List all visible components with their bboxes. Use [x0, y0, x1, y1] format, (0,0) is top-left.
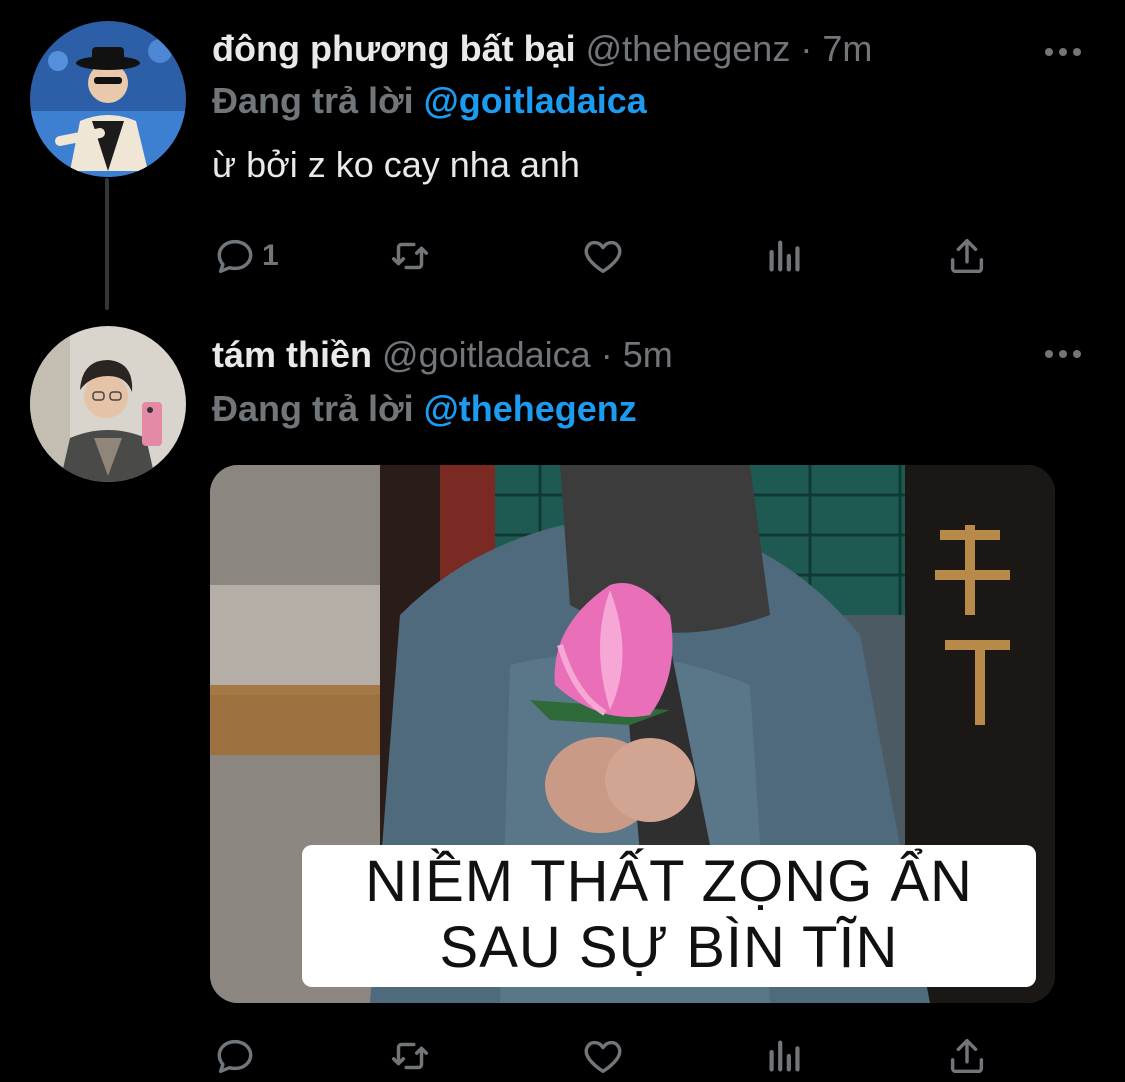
share-icon — [950, 1038, 984, 1074]
replying-to: Đang trả lời @thehegenz — [212, 386, 637, 432]
separator-dot: · — [600, 334, 613, 375]
share-button[interactable] — [944, 1030, 990, 1082]
retweet-button[interactable] — [387, 230, 433, 282]
reply-count: 1 — [262, 239, 279, 272]
reply-icon — [217, 1039, 253, 1074]
reply-mention-link[interactable]: @thehegenz — [424, 388, 637, 429]
caption-line-1: NIỀM THẤT ZỌNG ẨN — [365, 849, 973, 914]
share-button[interactable] — [944, 230, 990, 282]
tweet-header: tám thiền @goitladaica · 5m — [212, 332, 1035, 378]
retweet-button[interactable] — [387, 1030, 433, 1082]
avatar[interactable] — [30, 21, 186, 177]
tweet[interactable]: tám thiền @goitladaica · 5m Đang trả lời… — [0, 318, 1125, 1081]
timestamp[interactable]: 5m — [623, 334, 673, 375]
reply-mention-link[interactable]: @goitladaica — [424, 80, 647, 121]
more-icon — [1045, 350, 1081, 358]
reply-prefix: Đang trả lời — [212, 388, 414, 429]
display-name[interactable]: đông phương bất bại — [212, 28, 576, 69]
more-options-button[interactable] — [1041, 332, 1085, 376]
like-button[interactable] — [580, 1030, 626, 1082]
analytics-icon — [769, 240, 800, 272]
analytics-button[interactable] — [762, 230, 808, 282]
display-name[interactable]: tám thiền — [212, 334, 372, 375]
reply-button[interactable]: 1 — [212, 230, 279, 282]
action-bar: 1 — [212, 230, 1012, 282]
reply-prefix: Đang trả lời — [212, 80, 414, 121]
share-icon — [950, 238, 984, 274]
user-handle[interactable]: @thehegenz — [586, 28, 791, 69]
avatar-image — [30, 21, 186, 177]
avatar[interactable] — [30, 326, 186, 482]
action-bar — [212, 1030, 1012, 1082]
like-icon — [584, 240, 622, 274]
caption-line-2: SAU SỰ BÌN TĨN — [439, 915, 899, 980]
like-icon — [584, 1040, 622, 1074]
user-handle[interactable]: @goitladaica — [382, 334, 591, 375]
tweet-text: ừ bởi z ko cay nha anh — [212, 144, 580, 185]
reply-button[interactable] — [212, 1030, 258, 1082]
analytics-icon — [769, 1040, 800, 1072]
like-button[interactable] — [580, 230, 626, 282]
separator-dot: · — [800, 28, 813, 69]
retweet-icon — [391, 242, 429, 270]
analytics-button[interactable] — [762, 1030, 808, 1082]
tweet-header: đông phương bất bại @thehegenz · 7m — [212, 26, 1035, 72]
more-options-button[interactable] — [1041, 30, 1085, 74]
tweet-media-image[interactable]: NIỀM THẤT ZỌNG ẨN SAU SỰ BÌN TĨN — [210, 465, 1055, 1003]
more-icon — [1045, 48, 1081, 56]
retweet-icon — [391, 1042, 429, 1070]
replying-to: Đang trả lời @goitladaica — [212, 78, 647, 124]
reply-icon — [217, 239, 253, 274]
timestamp[interactable]: 7m — [822, 28, 872, 69]
meme-caption: NIỀM THẤT ZỌNG ẨN SAU SỰ BÌN TĨN — [302, 845, 1036, 987]
tweet[interactable]: đông phương bất bại @thehegenz · 7m Đang… — [0, 0, 1125, 300]
avatar-image — [30, 326, 186, 482]
